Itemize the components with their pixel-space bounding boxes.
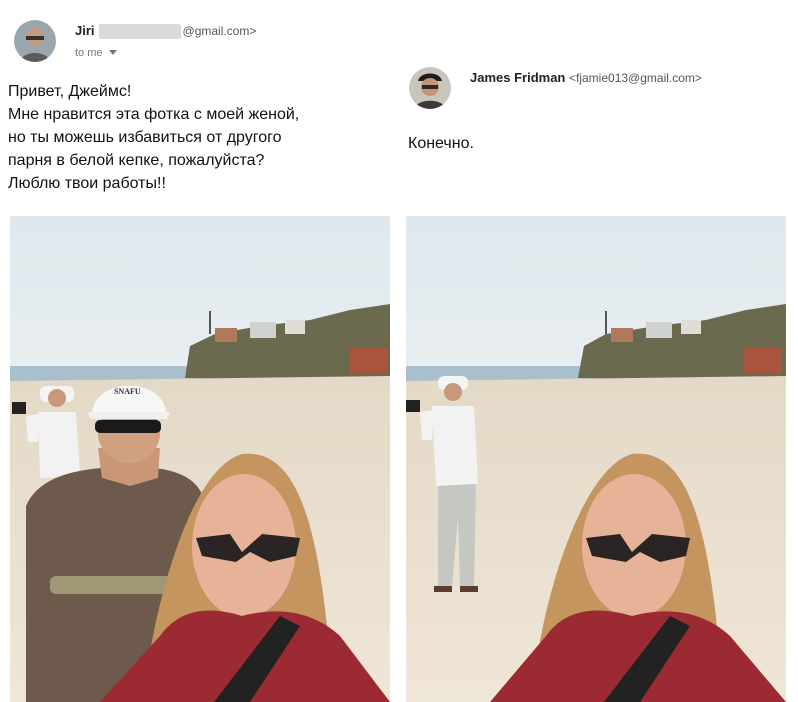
message-body: Привет, Джеймс! Мне нравится эта фотка с… [8, 80, 299, 195]
sender-email: @gmail.com> [182, 24, 257, 38]
sender-line: Jiri @gmail.com> [75, 23, 257, 40]
redacted-block [98, 24, 181, 40]
message-line: Люблю твои работы!! [8, 175, 166, 192]
reply-email-panel: James Fridman <fjamie013@gmail.com> Коне… [400, 0, 798, 702]
message-line: Мне нравится эта фотка с моей женой, [8, 106, 300, 123]
original-email-panel: Jiri @gmail.com> to me Привет, Джеймс! Мн… [0, 0, 398, 702]
chevron-down-icon[interactable] [106, 47, 117, 59]
sender-name: James Fridman [470, 70, 566, 85]
recipient-text: to me [75, 47, 103, 59]
sender-avatar[interactable] [409, 67, 451, 109]
message-line: но ты можешь избавиться от другого [8, 129, 282, 146]
sender-name: Jiri [75, 23, 95, 38]
sender-line: James Fridman <fjamie013@gmail.com> [470, 70, 702, 85]
recipient-line[interactable]: to me [75, 47, 117, 59]
cap-text: SNAFU [114, 387, 141, 396]
message-line: парня в белой кепке, пожалуйста? [8, 152, 265, 169]
message-line: Привет, Джеймс! [8, 83, 132, 100]
sender-email: <fjamie013@gmail.com> [569, 71, 702, 85]
reply-message: Конечно. [408, 135, 474, 152]
original-photo: SNAFU [10, 216, 390, 702]
edited-photo [406, 216, 786, 702]
sender-avatar[interactable] [14, 20, 56, 62]
